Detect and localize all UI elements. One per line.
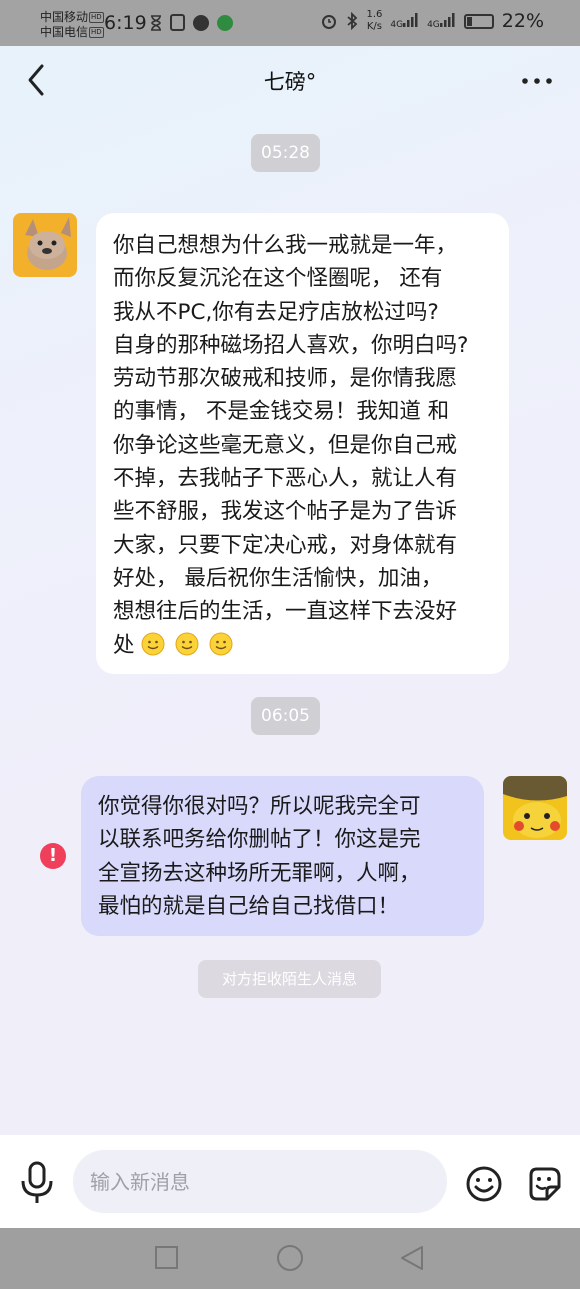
emoji-icon[interactable] (465, 1165, 503, 1203)
microphone-icon[interactable] (18, 1159, 56, 1205)
home-button[interactable] (277, 1245, 303, 1271)
status-bar: 中国移动 HD 中国电信 HD 6:19 1.6 K/s 4G 4G 22% (0, 0, 580, 46)
message-line: 劳动节那次破戒和技师，是你情我愿 (113, 366, 458, 392)
time-chip: 06:05 (251, 697, 320, 735)
message-line: 你争论这些毫无意义，但是你自己戒 (113, 432, 458, 458)
signal-1: 4G (390, 12, 419, 30)
net-label-1: 4G (390, 19, 404, 30)
speed-value: 1.6 (366, 9, 383, 20)
incoming-message-bubble[interactable]: 你自己想想为什么我一戒就是一年， 而你反复沉沦在这个怪圈呢， 还有 我从不PC,… (96, 213, 509, 674)
smiley-emoji-icon (175, 632, 199, 656)
pikachu-avatar-icon (503, 776, 567, 840)
status-time: 6:19 (104, 12, 147, 34)
message-input[interactable] (73, 1150, 447, 1213)
hd-badge-2: HD (89, 27, 104, 38)
message-line: 最怕的就是自己给自己找借口！ (98, 893, 400, 919)
hd-badge: HD (89, 12, 104, 23)
network-speed: 1.6 K/s (366, 9, 382, 33)
net-label-2: 4G (427, 19, 440, 30)
system-indicators: 1.6 K/s 4G 4G 22% (320, 9, 544, 33)
app-notification-icon (217, 14, 233, 31)
message-line: 好处， 最后祝你生活愉快，加油， (113, 565, 443, 591)
message-line: 不掉，去我帖子下恶心人，就让人有 (113, 466, 458, 492)
smiley-emoji-icon (141, 632, 165, 656)
system-notice: 对方拒收陌生人消息 (198, 960, 381, 998)
message-line: 你自己想想为什么我一戒就是一年， (113, 233, 458, 258)
message-line: 全宣扬去这种场所无罪啊，人啊， (98, 860, 421, 886)
my-avatar[interactable] (503, 776, 567, 840)
carrier1-label: 中国移动 (40, 10, 89, 24)
signal-icon (403, 12, 418, 27)
hourglass-icon (151, 14, 161, 31)
message-line: 些不舒服，我发这个帖子是为了告诉 (113, 499, 458, 525)
nav-back-icon[interactable] (398, 1244, 426, 1272)
speed-unit: K/s (366, 21, 382, 32)
carrier2-label: 中国电信 (40, 25, 89, 39)
message-line: 你觉得你很对吗？所以呢我完全可 (98, 794, 421, 819)
system-nav-bar (0, 1228, 580, 1289)
message-line: 而你反复沉沦在这个怪圈呢， 还有 (113, 266, 443, 292)
alarm-icon (322, 15, 337, 29)
message-line: 以联系吧务给你删帖了！你这是完 (98, 827, 421, 853)
dog-avatar-icon (13, 213, 77, 277)
battery-icon (463, 13, 494, 29)
time-chip: 05:28 (251, 134, 320, 172)
message-line: 的事情， 不是金钱交易！我知道 和 (113, 399, 450, 425)
notification-icons (150, 14, 233, 31)
smiley-emoji-icon (209, 632, 233, 656)
bluetooth-icon (347, 12, 358, 30)
send-failed-icon[interactable]: ! (40, 843, 66, 869)
message-line: 自身的那种磁场招人喜欢，你明白吗? (113, 332, 469, 358)
avatar[interactable] (13, 213, 77, 277)
more-options-icon[interactable] (520, 70, 554, 92)
message-last-line: 处 (113, 629, 492, 662)
input-bar (0, 1135, 580, 1228)
message-line: 大家，只要下定决心戒，对身体就有 (113, 532, 458, 558)
recent-apps-button[interactable] (155, 1246, 178, 1269)
message-line: 想想往后的生活，一直这样下去没好 (113, 599, 458, 625)
chat-header: 七磅° (0, 46, 580, 116)
message-line: 我从不PC,你有去足疗店放松过吗? (113, 299, 439, 325)
chat-title: 七磅° (263, 70, 317, 94)
sticker-icon[interactable] (525, 1165, 563, 1203)
music-icon (193, 14, 209, 31)
battery-percent: 22% (501, 10, 544, 32)
message-line: 处 (113, 632, 135, 658)
battery-fill (466, 16, 472, 26)
signal-2: 4G (427, 12, 456, 30)
outgoing-message-bubble[interactable]: 你觉得你很对吗？所以呢我完全可 以联系吧务给你删帖了！你这是完 全宣扬去这种场所… (81, 776, 484, 936)
carrier-info: 中国移动 HD 中国电信 HD (40, 10, 104, 40)
upload-icon (170, 14, 185, 31)
signal-icon-2 (439, 12, 455, 27)
